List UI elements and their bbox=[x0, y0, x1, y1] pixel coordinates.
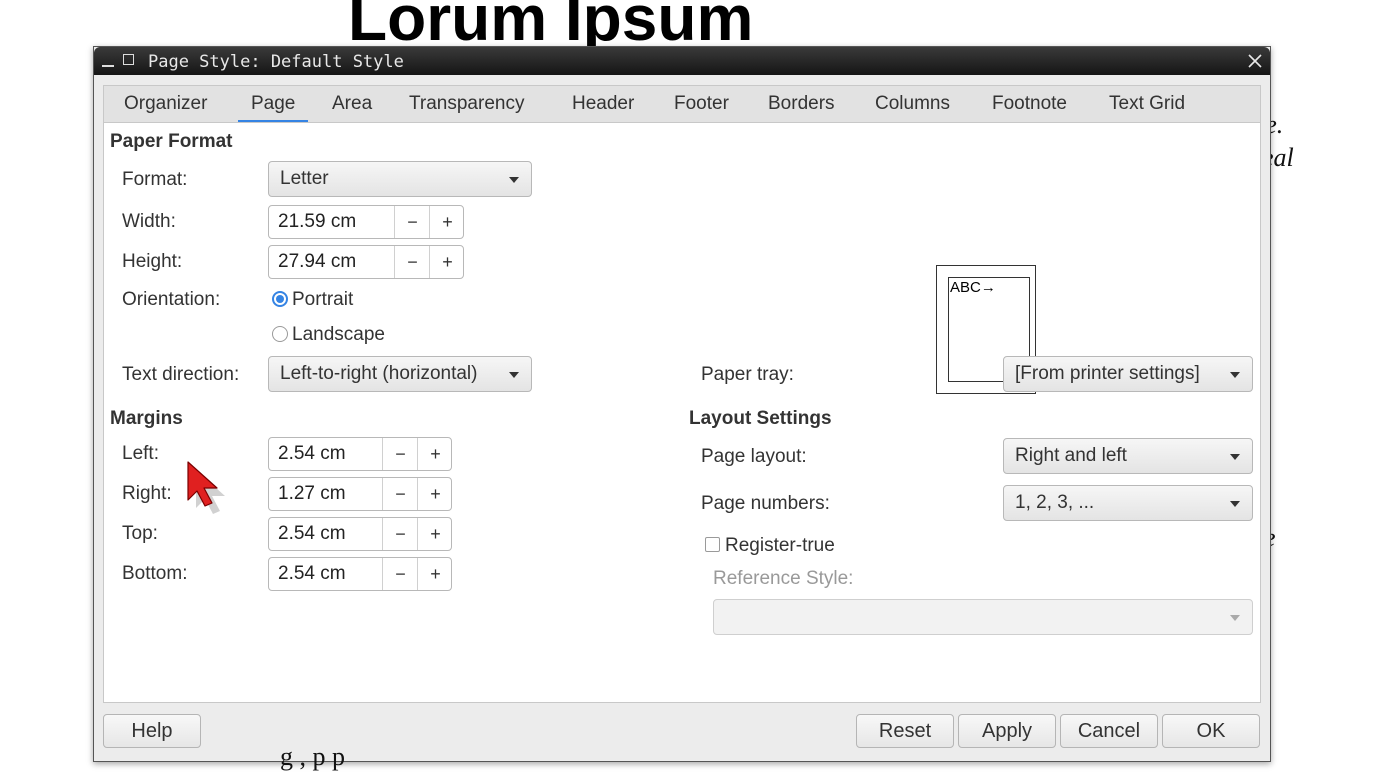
text-direction-label: Text direction: bbox=[122, 364, 240, 385]
chevron-down-icon bbox=[509, 177, 519, 183]
format-value: Letter bbox=[280, 168, 329, 189]
format-label: Format: bbox=[122, 169, 188, 190]
margin-left-decrease-button[interactable]: − bbox=[382, 438, 418, 470]
height-spinner[interactable]: 27.94 cm − + bbox=[268, 245, 464, 279]
portrait-radio[interactable] bbox=[272, 291, 288, 307]
minimize-icon[interactable] bbox=[102, 65, 114, 67]
text-direction-dropdown[interactable]: Left-to-right (horizontal) bbox=[268, 356, 532, 392]
width-label: Width: bbox=[122, 211, 176, 232]
paper-format-heading: Paper Format bbox=[110, 131, 233, 152]
paper-tray-dropdown[interactable]: [From printer settings] bbox=[1003, 356, 1253, 392]
chevron-down-icon bbox=[1230, 372, 1240, 378]
tab-columns[interactable]: Columns bbox=[862, 86, 963, 122]
reset-button[interactable]: Reset bbox=[856, 714, 954, 748]
page-layout-value: Right and left bbox=[1015, 445, 1127, 466]
tab-text-grid[interactable]: Text Grid bbox=[1096, 86, 1198, 122]
page-numbers-value: 1, 2, 3, ... bbox=[1015, 492, 1095, 513]
dialog-title: Page Style: Default Style bbox=[148, 52, 404, 72]
width-value[interactable]: 21.59 cm bbox=[278, 206, 356, 238]
page-numbers-label: Page numbers: bbox=[701, 493, 830, 514]
width-decrease-button[interactable]: − bbox=[394, 206, 430, 238]
page-numbers-dropdown[interactable]: 1, 2, 3, ... bbox=[1003, 485, 1253, 521]
margin-left-label: Left: bbox=[122, 443, 159, 464]
margin-top-label: Top: bbox=[122, 523, 158, 544]
height-decrease-button[interactable]: − bbox=[394, 246, 430, 278]
portrait-label[interactable]: Portrait bbox=[292, 289, 353, 311]
landscape-radio[interactable] bbox=[272, 326, 288, 342]
width-spinner[interactable]: 21.59 cm − + bbox=[268, 205, 464, 239]
tab-transparency[interactable]: Transparency bbox=[396, 86, 537, 122]
tab-footnote[interactable]: Footnote bbox=[979, 86, 1080, 122]
margin-right-label: Right: bbox=[122, 483, 172, 504]
text-direction-value: Left-to-right (horizontal) bbox=[280, 363, 478, 384]
page-layout-dropdown[interactable]: Right and left bbox=[1003, 438, 1253, 474]
margin-left-value[interactable]: 2.54 cm bbox=[278, 438, 346, 470]
tab-bar: Organizer Page Area Transparency Header … bbox=[103, 85, 1261, 124]
chevron-down-icon bbox=[509, 372, 519, 378]
layout-settings-heading: Layout Settings bbox=[689, 408, 832, 429]
reference-style-label: Reference Style: bbox=[713, 568, 854, 589]
paper-tray-label: Paper tray: bbox=[701, 364, 794, 385]
apply-button[interactable]: Apply bbox=[958, 714, 1056, 748]
tab-area[interactable]: Area bbox=[319, 86, 385, 122]
chevron-down-icon bbox=[1230, 501, 1240, 507]
margin-top-decrease-button[interactable]: − bbox=[382, 518, 418, 550]
tab-organizer[interactable]: Organizer bbox=[111, 86, 220, 122]
mouse-cursor-icon bbox=[187, 461, 225, 514]
cancel-button[interactable]: Cancel bbox=[1060, 714, 1158, 748]
margin-right-decrease-button[interactable]: − bbox=[382, 478, 418, 510]
width-increase-button[interactable]: + bbox=[429, 206, 465, 238]
height-increase-button[interactable]: + bbox=[429, 246, 465, 278]
preview-text: ABC→ bbox=[950, 279, 996, 296]
close-icon[interactable] bbox=[1246, 52, 1264, 70]
register-true-label[interactable]: Register-true bbox=[725, 535, 835, 557]
document-title: Lorum Ipsum bbox=[348, 0, 754, 54]
tab-header[interactable]: Header bbox=[559, 86, 647, 122]
tab-page[interactable]: Page bbox=[238, 86, 309, 123]
reference-style-dropdown[interactable] bbox=[713, 599, 1253, 635]
margin-bottom-decrease-button[interactable]: − bbox=[382, 558, 418, 590]
page-tab-panel: Paper Format Format: Letter Width: 21.59… bbox=[103, 122, 1261, 703]
margin-bottom-label: Bottom: bbox=[122, 563, 188, 584]
register-true-checkbox[interactable] bbox=[705, 537, 720, 552]
format-dropdown[interactable]: Letter bbox=[268, 161, 532, 197]
paper-tray-value: [From printer settings] bbox=[1015, 363, 1200, 384]
height-value[interactable]: 27.94 cm bbox=[278, 246, 356, 278]
margin-right-value[interactable]: 1.27 cm bbox=[278, 478, 346, 510]
ok-button[interactable]: OK bbox=[1162, 714, 1260, 748]
margin-left-spinner[interactable]: 2.54 cm − + bbox=[268, 437, 452, 471]
page-style-dialog: Page Style: Default Style Organizer Page… bbox=[93, 46, 1271, 762]
margin-bottom-value[interactable]: 2.54 cm bbox=[278, 558, 346, 590]
orientation-label: Orientation: bbox=[122, 289, 221, 310]
tab-borders[interactable]: Borders bbox=[755, 86, 848, 122]
margin-bottom-increase-button[interactable]: + bbox=[417, 558, 453, 590]
margin-bottom-spinner[interactable]: 2.54 cm − + bbox=[268, 557, 452, 591]
help-button[interactable]: Help bbox=[103, 714, 201, 748]
tab-footer[interactable]: Footer bbox=[661, 86, 742, 122]
chevron-down-icon bbox=[1230, 454, 1240, 460]
landscape-label[interactable]: Landscape bbox=[292, 324, 385, 346]
dialog-titlebar[interactable]: Page Style: Default Style bbox=[94, 47, 1270, 75]
margin-top-spinner[interactable]: 2.54 cm − + bbox=[268, 517, 452, 551]
chevron-down-icon bbox=[1230, 615, 1240, 621]
margin-right-spinner[interactable]: 1.27 cm − + bbox=[268, 477, 452, 511]
margin-right-increase-button[interactable]: + bbox=[417, 478, 453, 510]
margin-top-increase-button[interactable]: + bbox=[417, 518, 453, 550]
margins-heading: Margins bbox=[110, 408, 183, 429]
maximize-icon[interactable] bbox=[123, 54, 134, 65]
margin-left-increase-button[interactable]: + bbox=[417, 438, 453, 470]
height-label: Height: bbox=[122, 251, 183, 272]
margin-top-value[interactable]: 2.54 cm bbox=[278, 518, 346, 550]
document-text-fragment: g , p p bbox=[280, 742, 345, 771]
page-layout-label: Page layout: bbox=[701, 446, 807, 467]
